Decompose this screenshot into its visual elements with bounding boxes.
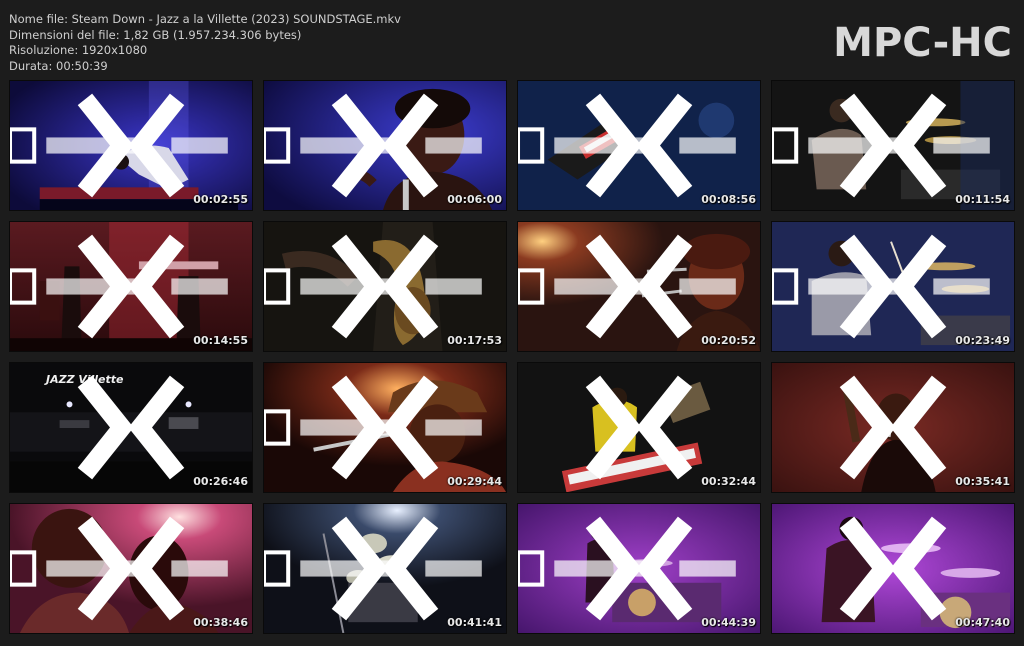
channel-logo-icon: [585, 516, 693, 621]
thumbnail: 00:02:55: [9, 80, 253, 211]
file-info-block: Nome file: Steam Down - Jazz a la Villet…: [9, 12, 401, 74]
thumbnail: 00:23:49: [771, 221, 1015, 352]
mpc-hc-logo: MPC-HC: [833, 20, 1012, 66]
thumbnail: 00:17:53: [263, 221, 507, 352]
resolution-text: Risoluzione: 1920x1080: [9, 43, 148, 57]
timestamp: 00:38:46: [193, 616, 248, 629]
timestamp: 00:29:44: [447, 475, 502, 488]
channel-logo-icon: [839, 93, 947, 198]
thumbnail: 00:47:40: [771, 503, 1015, 634]
timestamp: 00:26:46: [193, 475, 248, 488]
channel-logo-icon: [585, 93, 693, 198]
timestamp: 00:06:00: [447, 193, 502, 206]
channel-logo-icon: [331, 375, 439, 480]
timestamp: 00:23:49: [955, 334, 1010, 347]
channel-logo-icon: [77, 516, 185, 621]
channel-logo-icon: [839, 516, 947, 621]
channel-logo-icon: [585, 234, 693, 339]
thumbnail: 00:08:56: [517, 80, 761, 211]
thumbnail: 00:14:55: [9, 221, 253, 352]
timestamp: 00:02:55: [193, 193, 248, 206]
channel-logo-icon: [331, 516, 439, 621]
channel-logo-icon: [77, 234, 185, 339]
thumbnail: 00:32:44: [517, 362, 761, 493]
duration-text: Durata: 00:50:39: [9, 58, 108, 73]
channel-logo-icon: [331, 93, 439, 198]
channel-logo-icon: [585, 375, 693, 480]
timestamp: 00:20:52: [701, 334, 756, 347]
timestamp: 00:47:40: [955, 616, 1010, 629]
thumbnail: JAZZ Villette 00:26:46: [9, 362, 253, 493]
channel-logo-icon: [839, 234, 947, 339]
channel-logo-icon: [77, 375, 185, 480]
timestamp: 00:17:53: [447, 334, 502, 347]
timestamp: 00:35:41: [955, 475, 1010, 488]
timestamp: 00:08:56: [701, 193, 756, 206]
timestamp: 00:44:39: [701, 616, 756, 629]
thumbnail: 00:35:41: [771, 362, 1015, 493]
timestamp: 00:41:41: [447, 616, 502, 629]
thumbnail: 00:06:00: [263, 80, 507, 211]
thumbnail: 00:20:52: [517, 221, 761, 352]
channel-logo-icon: [839, 375, 947, 480]
thumbnail: 00:41:41: [263, 503, 507, 634]
timestamp: 00:14:55: [193, 334, 248, 347]
thumbnail: 00:44:39: [517, 503, 761, 634]
thumbnail-grid: 00:02:55 00:06:00 00:08:56 00:11:54 00:1…: [9, 80, 1015, 634]
thumbnail: 00:38:46: [9, 503, 253, 634]
channel-logo-icon: [77, 93, 185, 198]
timestamp: 00:32:44: [701, 475, 756, 488]
channel-logo-icon: [331, 234, 439, 339]
file-size-text: Dimensioni del file: 1,82 GB (1.957.234.…: [9, 27, 302, 42]
timestamp: 00:11:54: [955, 193, 1010, 206]
thumbnail: 00:11:54: [771, 80, 1015, 211]
file-name-text: Nome file: Steam Down - Jazz a la Villet…: [9, 12, 401, 26]
thumbnail: 00:29:44: [263, 362, 507, 493]
